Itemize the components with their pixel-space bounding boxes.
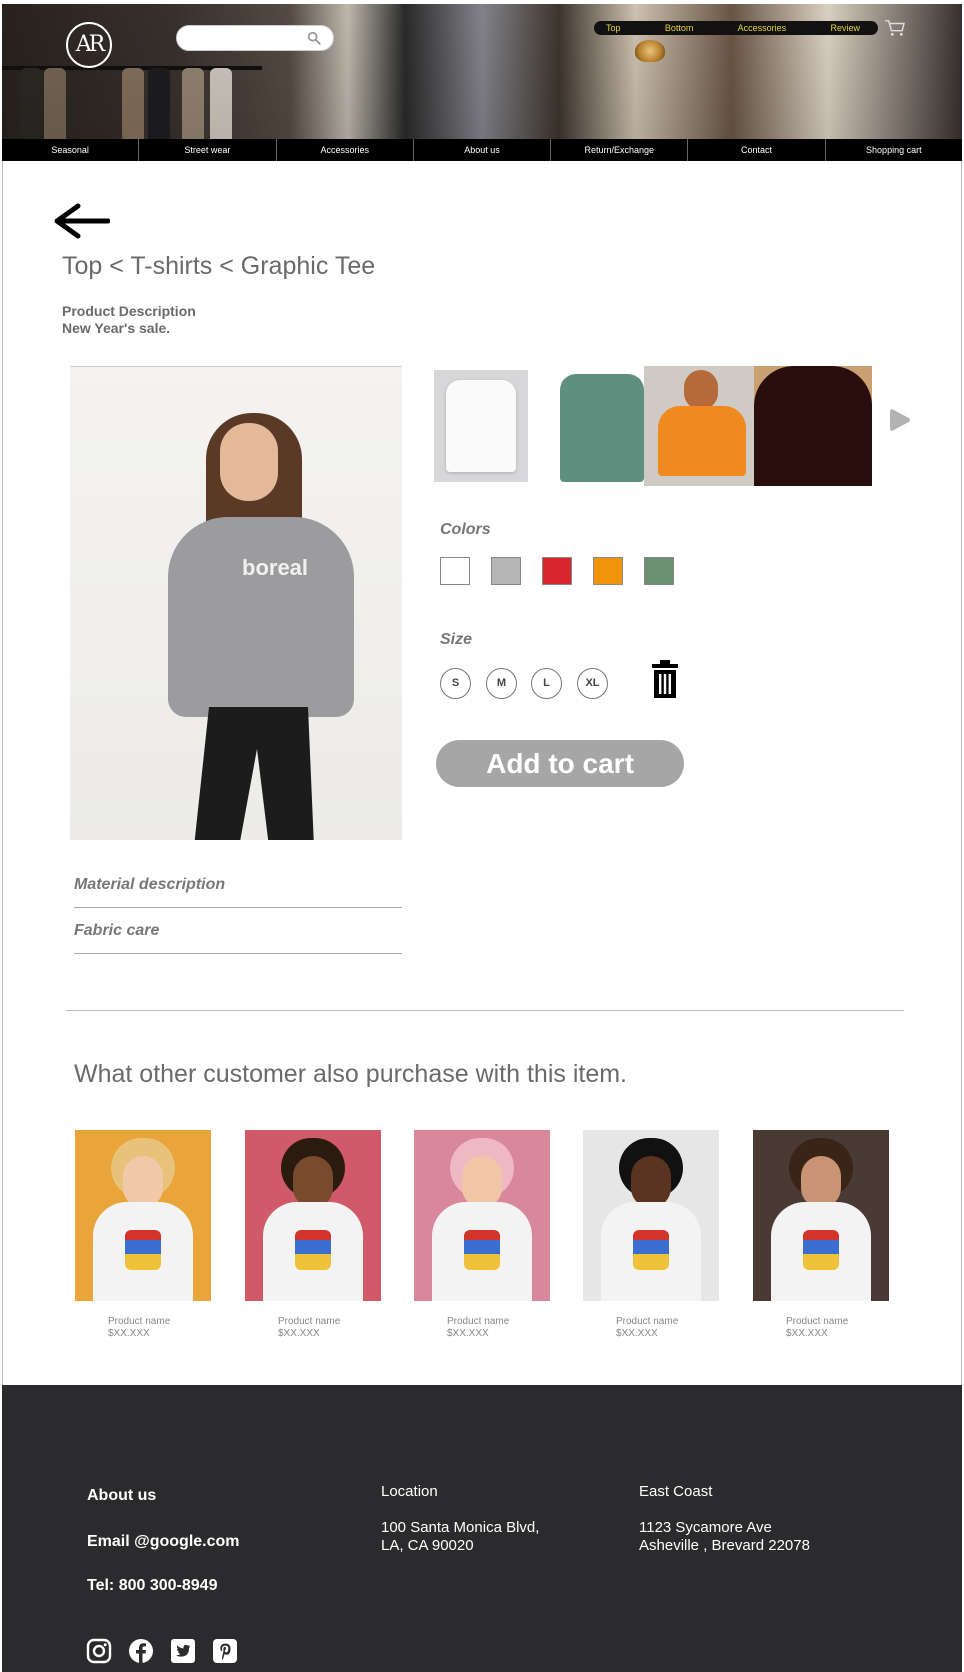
- model-face: [462, 1156, 502, 1208]
- top-category-nav: Top Bottom Accessories Review: [594, 21, 878, 35]
- thumb-garment: [658, 406, 746, 476]
- thumbnail-white[interactable]: [434, 370, 528, 482]
- model-sweatshirt: [168, 517, 354, 717]
- nav-return-exchange[interactable]: Return/Exchange: [551, 139, 689, 161]
- product-name: Product name: [278, 1316, 341, 1327]
- main-nav-bar: Seasonal Street wear Accessories About u…: [2, 139, 962, 161]
- footer-tel[interactable]: Tel: 800 300-8949: [87, 1577, 217, 1595]
- product-price: $XX.XXX: [447, 1328, 489, 1339]
- product-price: $XX.XXX: [616, 1328, 658, 1339]
- facebook-icon[interactable]: [128, 1638, 154, 1664]
- pinterest-icon[interactable]: [212, 1638, 238, 1664]
- recommended-product-image[interactable]: [414, 1130, 550, 1301]
- product-name: Product name: [447, 1316, 510, 1327]
- thumbnail-orange[interactable]: [644, 366, 754, 486]
- main-product-photo: boreal: [70, 366, 402, 840]
- size-label: Size: [440, 631, 473, 648]
- size-xl-button[interactable]: XL: [577, 668, 608, 699]
- thumb-garment: [560, 374, 644, 482]
- product-name: Product name: [786, 1316, 849, 1327]
- color-swatch[interactable]: [440, 557, 470, 585]
- recommended-product-caption[interactable]: Product name $XX.XXX: [786, 1316, 848, 1340]
- nav-accessories[interactable]: Accessories: [738, 21, 787, 35]
- description-title: Product Description: [62, 303, 196, 319]
- section-divider: [66, 1010, 904, 1011]
- recommended-product-caption[interactable]: Product name $XX.XXX: [108, 1316, 170, 1340]
- color-swatch[interactable]: [644, 557, 674, 585]
- model-face: [220, 423, 278, 501]
- footer-location-line1: 100 Santa Monica Blvd,: [381, 1519, 540, 1536]
- instagram-icon[interactable]: [86, 1638, 112, 1664]
- trash-icon[interactable]: [651, 659, 679, 699]
- nav-street-wear[interactable]: Street wear: [139, 139, 277, 161]
- footer-location-line2: LA, CA 90020: [381, 1537, 474, 1554]
- search-input[interactable]: [189, 27, 309, 49]
- color-swatch[interactable]: [542, 557, 572, 585]
- recommended-product-caption[interactable]: Product name $XX.XXX: [278, 1316, 340, 1340]
- description-text: New Year's sale.: [62, 320, 171, 336]
- model-leggings: [194, 707, 314, 840]
- back-arrow-icon[interactable]: [52, 203, 110, 239]
- nav-accessories-main[interactable]: Accessories: [277, 139, 414, 161]
- sweatshirt-print: boreal: [242, 555, 309, 580]
- footer-location-title: Location: [381, 1483, 438, 1500]
- footer-east-line2: Asheville , Brevard 22078: [639, 1537, 810, 1554]
- add-to-cart-button[interactable]: Add to cart: [436, 740, 684, 787]
- next-thumbnail-icon[interactable]: [888, 406, 912, 434]
- nav-shopping-cart[interactable]: Shopping cart: [826, 139, 962, 161]
- product-price: $XX.XXX: [108, 1328, 150, 1339]
- product-name: Product name: [108, 1316, 171, 1327]
- thumb-garment: [446, 380, 516, 472]
- model-face: [123, 1156, 163, 1208]
- colors-label: Colors: [440, 521, 491, 538]
- product-price: $XX.XXX: [278, 1328, 320, 1339]
- search-icon[interactable]: [307, 31, 321, 45]
- footer-east-line1: 1123 Sycamore Ave: [639, 1519, 772, 1536]
- size-m-button[interactable]: M: [486, 668, 517, 699]
- thumbnail-dark[interactable]: [754, 366, 872, 486]
- product-price: $XX.XXX: [786, 1328, 828, 1339]
- search-bar[interactable]: [176, 25, 334, 51]
- size-s-button[interactable]: S: [440, 668, 471, 699]
- color-swatch[interactable]: [491, 557, 521, 585]
- recommendations-title: What other customer also purchase with t…: [74, 1060, 628, 1088]
- material-description[interactable]: Material description: [74, 862, 402, 908]
- recommended-product-image[interactable]: [75, 1130, 211, 1301]
- nav-seasonal[interactable]: Seasonal: [2, 139, 140, 161]
- nav-bottom[interactable]: Bottom: [665, 21, 694, 35]
- nav-top[interactable]: Top: [606, 21, 621, 35]
- hoodie-print: [803, 1230, 839, 1270]
- nav-review[interactable]: Review: [830, 21, 860, 35]
- thumb-garment: [754, 366, 872, 486]
- color-swatch[interactable]: [593, 557, 623, 585]
- twitter-icon[interactable]: [170, 1638, 196, 1664]
- fabric-care[interactable]: Fabric care: [74, 908, 402, 954]
- brand-logo[interactable]: AR: [66, 22, 112, 68]
- recommended-product-image[interactable]: [245, 1130, 381, 1301]
- nav-contact[interactable]: Contact: [688, 139, 826, 161]
- thumb-model: [684, 370, 718, 410]
- hoodie-print: [295, 1230, 331, 1270]
- hoodie-print: [125, 1230, 161, 1270]
- thumbnail-green[interactable]: [560, 366, 644, 486]
- model-face: [293, 1156, 333, 1208]
- hoodie-print: [633, 1230, 669, 1270]
- footer-east-title: East Coast: [639, 1483, 713, 1500]
- model-face: [801, 1156, 841, 1208]
- recommended-product-image[interactable]: [583, 1130, 719, 1301]
- hoodie-print: [464, 1230, 500, 1270]
- recommended-product-caption[interactable]: Product name $XX.XXX: [616, 1316, 678, 1340]
- nav-about-us[interactable]: About us: [414, 139, 552, 161]
- product-name: Product name: [616, 1316, 679, 1327]
- breadcrumb: Top < T-shirts < Graphic Tee: [62, 252, 376, 280]
- size-l-button[interactable]: L: [531, 668, 562, 699]
- product-description: Product Description New Year's sale.: [62, 303, 196, 337]
- cart-icon[interactable]: [884, 19, 906, 37]
- footer-email[interactable]: Email @google.com: [87, 1533, 240, 1551]
- recommended-product-caption[interactable]: Product name $XX.XXX: [447, 1316, 509, 1340]
- recommended-product-image[interactable]: [753, 1130, 889, 1301]
- footer-about-us[interactable]: About us: [87, 1487, 156, 1505]
- model-face: [631, 1156, 671, 1208]
